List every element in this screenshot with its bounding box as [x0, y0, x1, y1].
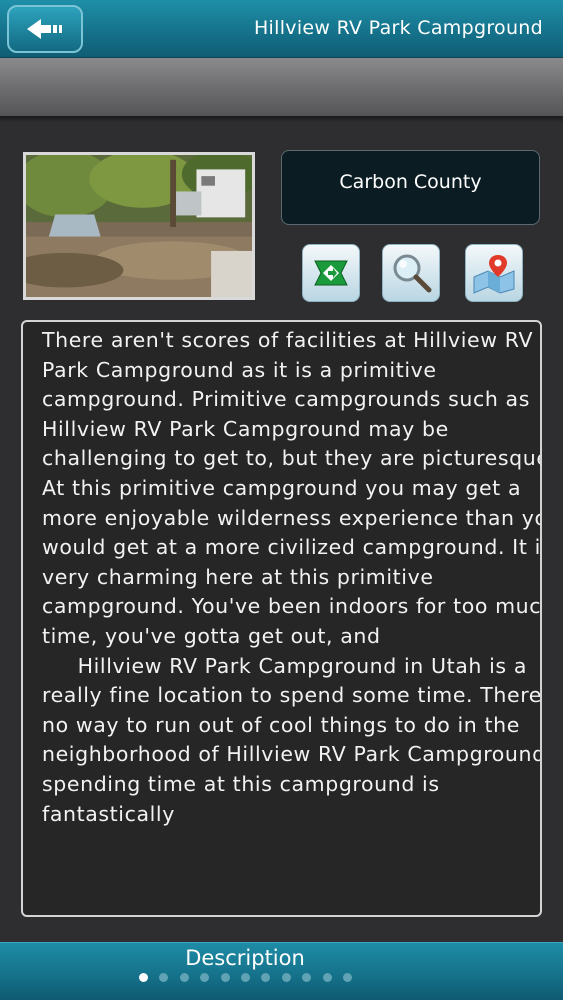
band-shadow: [0, 116, 563, 122]
directions-sign-icon: [314, 260, 348, 286]
page-dot[interactable]: [322, 973, 332, 982]
tab-description[interactable]: Description: [0, 946, 490, 970]
county-label-box: Carbon County: [281, 150, 540, 225]
page-dot[interactable]: [179, 973, 189, 982]
description-box[interactable]: There aren't scores of facilities at Hil…: [21, 320, 542, 917]
toolbar-band: [0, 58, 563, 116]
description-text: There aren't scores of facilities at Hil…: [42, 328, 542, 826]
page-dot[interactable]: [159, 973, 169, 982]
county-label: Carbon County: [339, 170, 482, 193]
page-title: Hillview RV Park Campground: [253, 17, 543, 39]
page-dot[interactable]: [342, 973, 352, 982]
page-dot[interactable]: [220, 973, 230, 982]
campground-photo[interactable]: [23, 152, 255, 300]
page-dot[interactable]: [281, 973, 291, 982]
page-dot[interactable]: [139, 973, 148, 982]
search-button[interactable]: [382, 244, 440, 302]
page-dot[interactable]: [200, 973, 210, 982]
bottom-tab-bar[interactable]: Description: [0, 942, 563, 1000]
title-bar: Hillview RV Park Campground: [0, 0, 563, 58]
page-dot[interactable]: [240, 973, 250, 982]
map-button[interactable]: [465, 244, 523, 302]
directions-button[interactable]: [302, 244, 360, 302]
map-pin-icon: [473, 255, 515, 294]
magnifier-icon: [393, 254, 432, 293]
back-button[interactable]: [7, 5, 83, 53]
page-dot[interactable]: [261, 973, 271, 982]
page-dot[interactable]: [302, 973, 312, 982]
back-arrow-icon: [27, 19, 62, 39]
page-indicator[interactable]: [139, 973, 352, 983]
campground-photo-image: [26, 155, 252, 297]
